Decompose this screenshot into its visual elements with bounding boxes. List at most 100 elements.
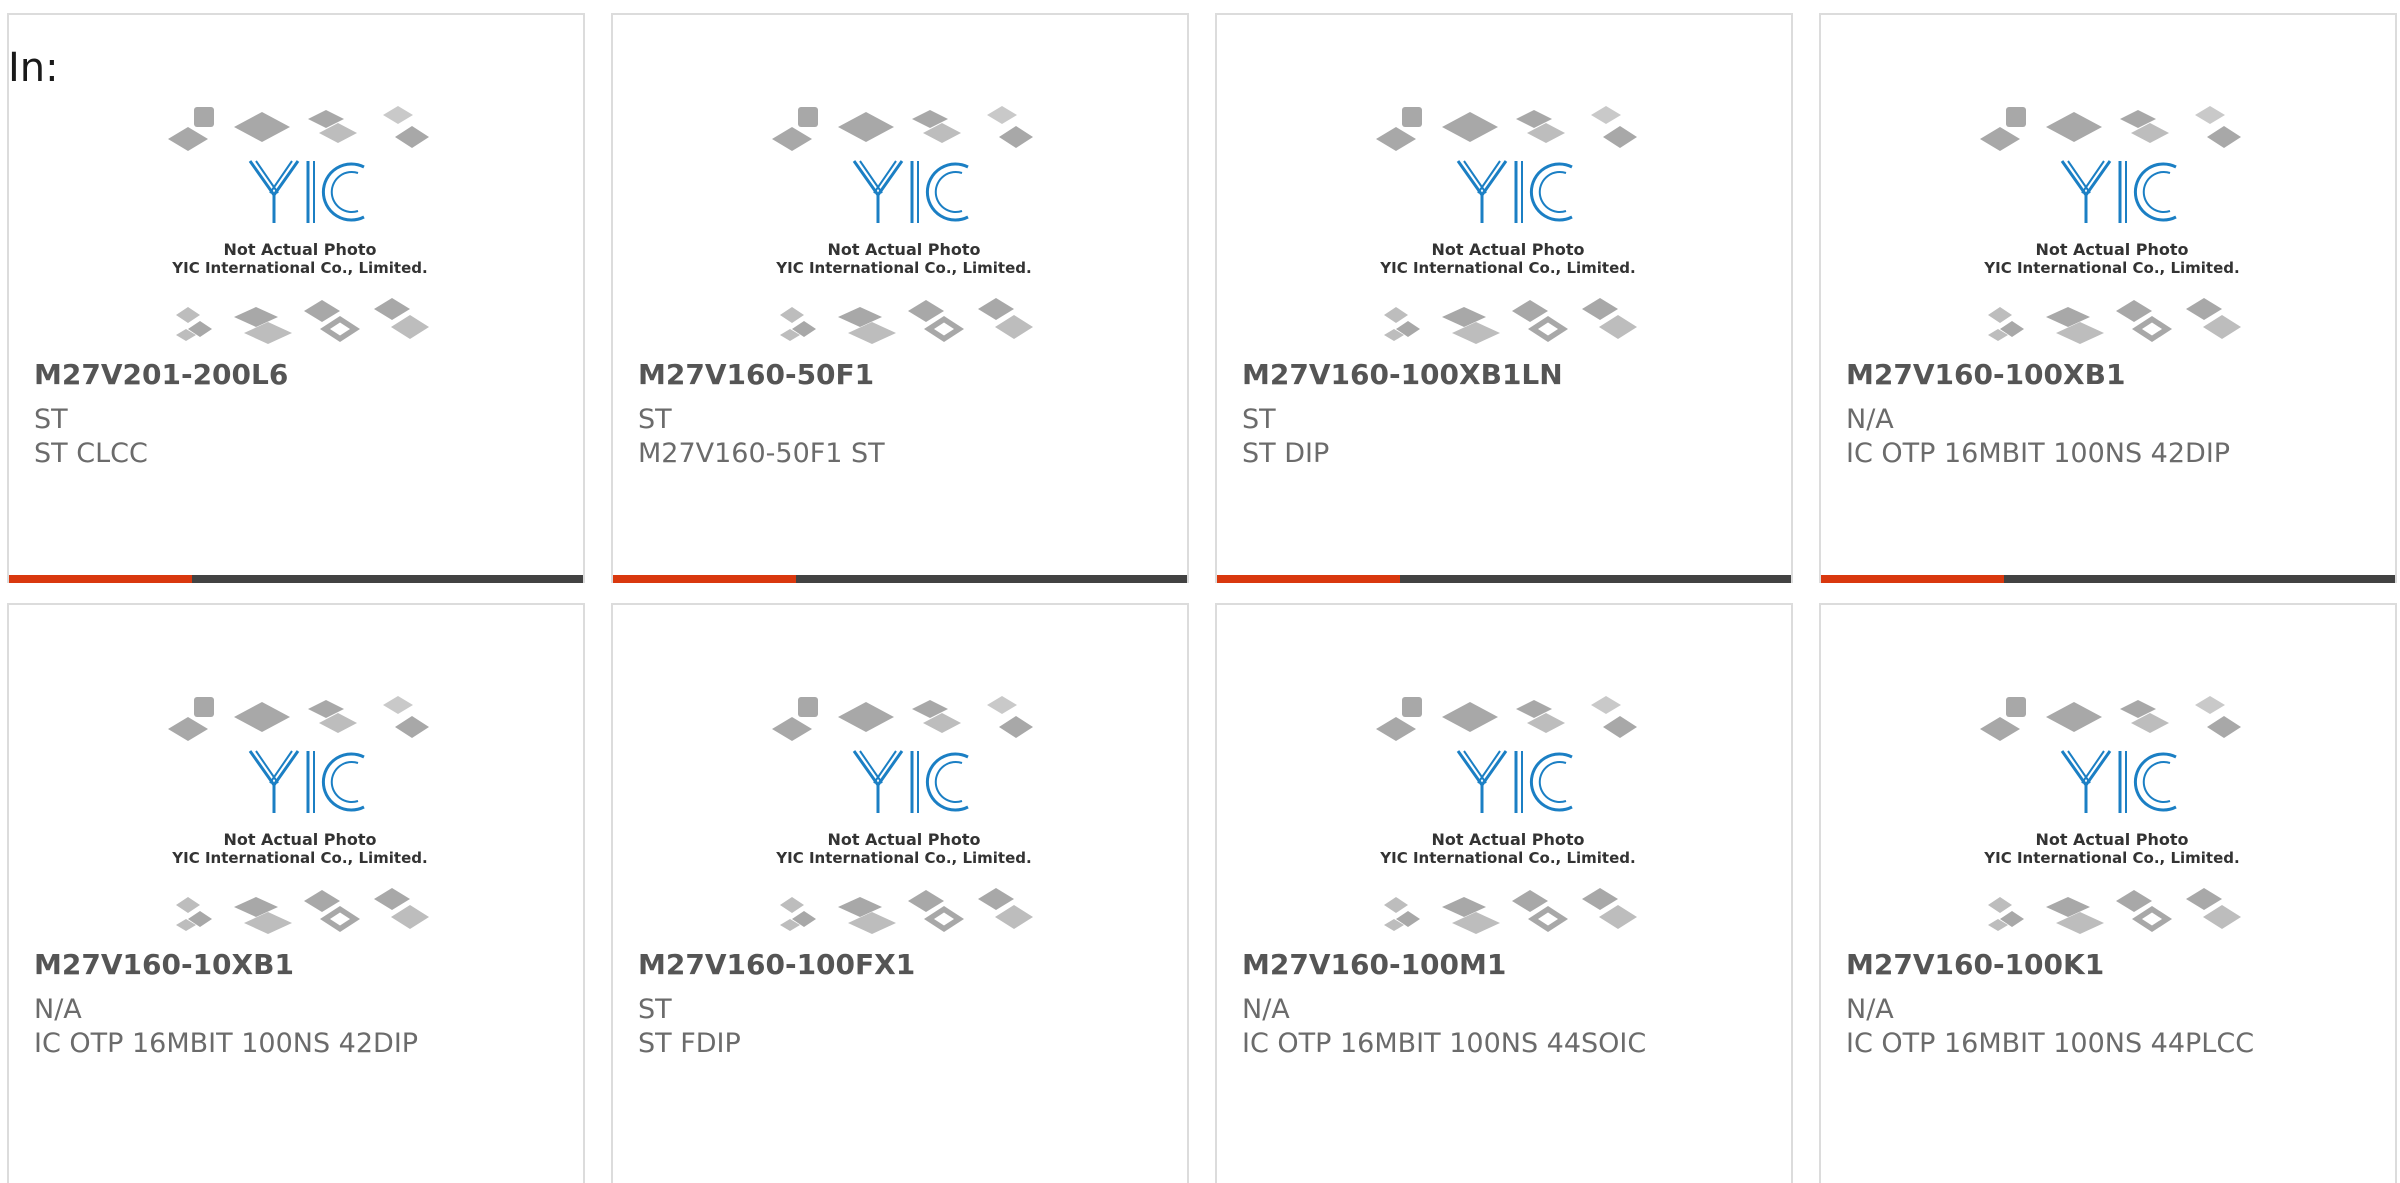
chip-icon — [2006, 107, 2026, 127]
chip-icon — [391, 315, 429, 339]
chip-icon — [838, 112, 894, 142]
chip-icon — [383, 696, 413, 714]
chip-icon — [999, 716, 1033, 738]
chip-icon — [395, 126, 429, 148]
product-card[interactable]: Not Actual Photo YIC International Co., L… — [1215, 603, 1793, 1183]
product-description: IC OTP 16MBIT 100NS 44SOIC — [1242, 1028, 1647, 1059]
chip-icon — [234, 702, 290, 732]
chip-icon — [194, 697, 214, 717]
product-card[interactable]: Not Actual Photo YIC International Co., L… — [611, 603, 1189, 1183]
product-card[interactable]: Not Actual Photo YIC International Co., L… — [7, 13, 585, 583]
chip-icon — [1582, 888, 1618, 910]
chip-icon — [168, 127, 208, 151]
product-manufacturer: ST — [1242, 404, 1276, 435]
chip-icon — [2203, 905, 2241, 929]
chip-icon — [2116, 300, 2152, 322]
filter-label: In: — [8, 45, 59, 91]
chip-icon — [995, 315, 1033, 339]
chip-icon — [1402, 697, 1422, 717]
chip-icon — [2046, 702, 2102, 732]
chip-icon — [2195, 106, 2225, 124]
chip-icon — [1452, 322, 1500, 344]
chip-icon — [1591, 696, 1621, 714]
chip-icon — [1582, 298, 1618, 320]
chip-icon — [772, 127, 812, 151]
product-placeholder-image: Not Actual PhotoYIC International Co., L… — [1376, 106, 1637, 344]
chip-icon — [176, 897, 200, 913]
product-card[interactable]: Not Actual Photo YIC International Co., L… — [7, 603, 585, 1183]
product-name[interactable]: M27V160-10XB1 — [34, 947, 294, 983]
card-bar-accent — [1821, 575, 2004, 583]
chip-icon — [2046, 112, 2102, 142]
yic-logo-icon — [2060, 160, 2177, 223]
product-name[interactable]: M27V160-100FX1 — [638, 947, 915, 983]
company-name-text: YIC International Co., Limited. — [1379, 849, 1635, 867]
product-placeholder-image: Not Actual PhotoYIC International Co., L… — [772, 106, 1033, 344]
chip-icon — [908, 890, 944, 912]
card-bottom-bar — [1217, 575, 1791, 583]
chip-icon — [2056, 322, 2104, 344]
not-actual-photo-text: Not Actual Photo — [223, 830, 376, 849]
chip-icon — [1591, 106, 1621, 124]
product-name[interactable]: M27V160-50F1 — [638, 357, 874, 393]
product-name[interactable]: M27V160-100XB1 — [1846, 357, 2125, 393]
chip-icon — [1452, 912, 1500, 934]
product-manufacturer: ST — [34, 404, 68, 435]
product-description: IC OTP 16MBIT 100NS 42DIP — [34, 1028, 419, 1059]
product-name[interactable]: M27V160-100XB1LN — [1242, 357, 1563, 393]
chip-icon — [2186, 888, 2222, 910]
product-description: M27V160-50F1 ST — [638, 438, 885, 469]
chip-icon — [391, 905, 429, 929]
product-name[interactable]: M27V160-100K1 — [1846, 947, 2104, 983]
product-description: ST DIP — [1242, 438, 1330, 469]
chip-icon — [304, 300, 340, 322]
chip-icon — [1988, 897, 2012, 913]
product-card[interactable]: Not Actual Photo YIC International Co., L… — [1215, 13, 1793, 583]
product-placeholder-image: Not Actual PhotoYIC International Co., L… — [1980, 696, 2241, 934]
yic-logo-icon — [852, 160, 969, 223]
not-actual-photo-text: Not Actual Photo — [2035, 240, 2188, 259]
chip-icon — [1376, 717, 1416, 741]
chip-icon — [798, 107, 818, 127]
not-actual-photo-text: Not Actual Photo — [223, 240, 376, 259]
company-name-text: YIC International Co., Limited. — [171, 849, 427, 867]
product-card[interactable]: Not Actual Photo YIC International Co., L… — [611, 13, 1189, 583]
chip-icon — [798, 697, 818, 717]
not-actual-photo-text: Not Actual Photo — [1431, 240, 1584, 259]
chip-icon — [772, 717, 812, 741]
chip-icon — [1599, 905, 1637, 929]
chip-icon — [1980, 717, 2020, 741]
product-placeholder-image: Not Actual PhotoYIC International Co., L… — [1980, 106, 2241, 344]
chip-icon — [2006, 697, 2026, 717]
chip-icon — [2186, 298, 2222, 320]
product-card[interactable]: Not Actual Photo YIC International Co., L… — [1819, 13, 2397, 583]
company-name-text: YIC International Co., Limited. — [775, 849, 1031, 867]
product-description: IC OTP 16MBIT 100NS 44PLCC — [1846, 1028, 2255, 1059]
chip-icon — [987, 106, 1017, 124]
chip-icon — [780, 897, 804, 913]
chip-icon — [1384, 307, 1408, 323]
chip-icon — [2207, 716, 2241, 738]
chip-icon — [1512, 890, 1548, 912]
chip-icon — [1442, 112, 1498, 142]
chip-icon — [999, 126, 1033, 148]
chip-icon — [1603, 716, 1637, 738]
product-card[interactable]: Not Actual Photo YIC International Co., L… — [1819, 603, 2397, 1183]
chip-icon — [176, 307, 200, 323]
chip-icon — [244, 322, 292, 344]
chip-icon — [244, 912, 292, 934]
yic-logo-icon — [1456, 160, 1573, 223]
product-name[interactable]: M27V160-100M1 — [1242, 947, 1506, 983]
card-bottom-bar — [9, 575, 583, 583]
chip-icon — [1599, 315, 1637, 339]
chip-icon — [978, 298, 1014, 320]
chip-icon — [1402, 107, 1422, 127]
product-description: IC OTP 16MBIT 100NS 42DIP — [1846, 438, 2231, 469]
chip-icon — [2056, 912, 2104, 934]
yic-logo-icon — [248, 750, 365, 813]
chip-icon — [1512, 300, 1548, 322]
chip-icon — [2203, 315, 2241, 339]
yic-logo-icon — [1456, 750, 1573, 813]
product-name[interactable]: M27V201-200L6 — [34, 357, 288, 393]
company-name-text: YIC International Co., Limited. — [1983, 849, 2239, 867]
